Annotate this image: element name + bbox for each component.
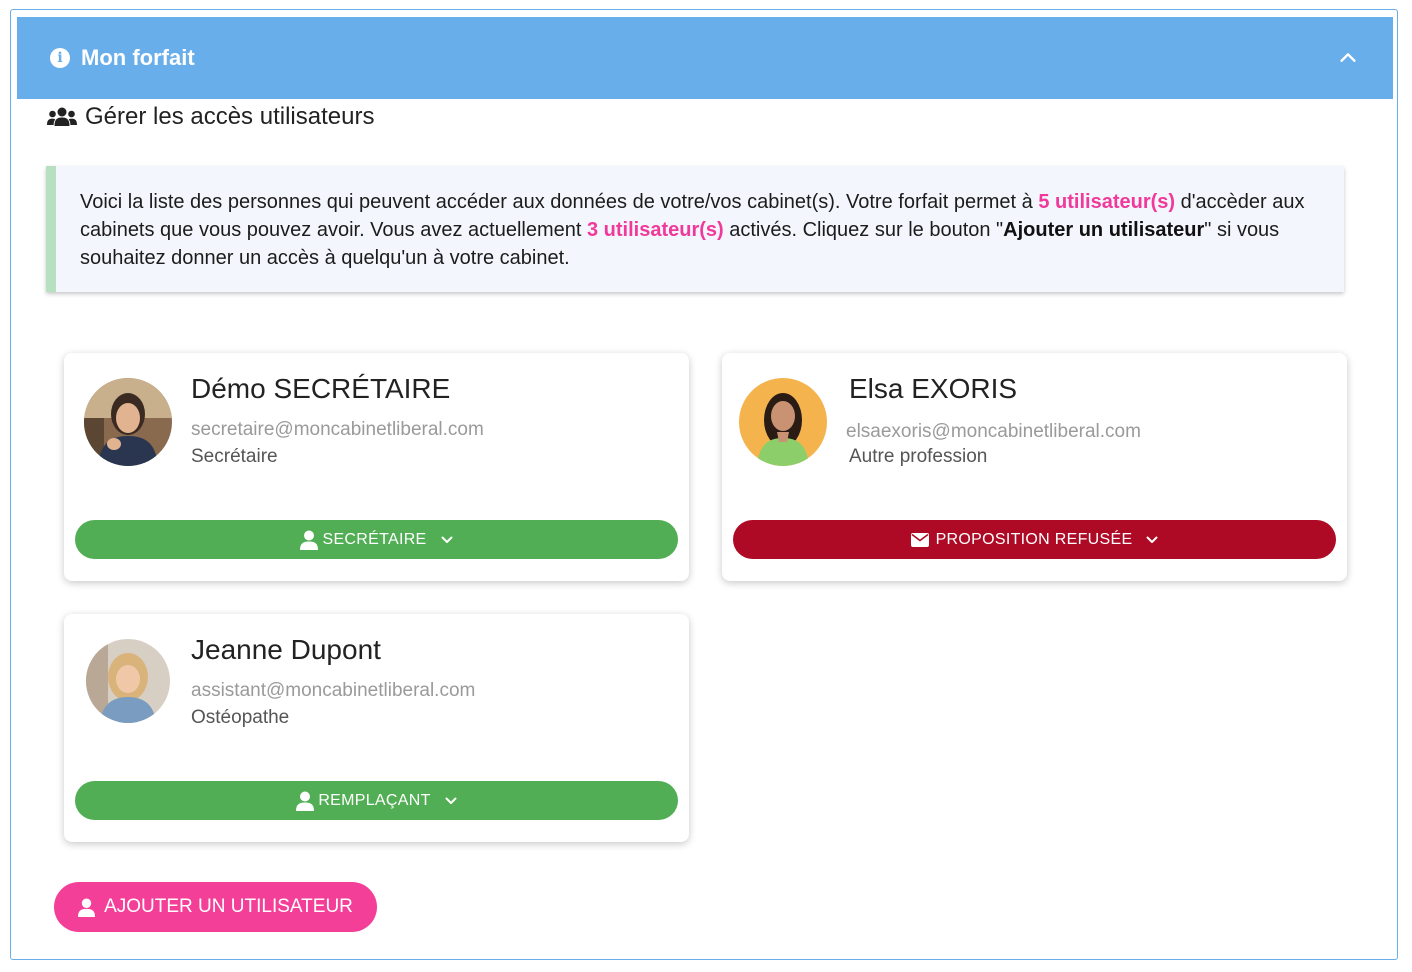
- chevron-down-icon: [1146, 536, 1158, 543]
- add-user-button[interactable]: AJOUTER UN UTILISATEUR: [54, 882, 377, 932]
- notice-allowed-users: 5 utilisateur(s): [1038, 191, 1176, 213]
- add-user-label: AJOUTER UN UTILISATEUR: [104, 896, 353, 917]
- avatar: [84, 378, 172, 466]
- user-email: secretaire@moncabinetliberal.com: [191, 419, 484, 440]
- role-label: SECRÉTAIRE: [322, 530, 427, 548]
- user-name: Démo SECRÉTAIRE: [191, 373, 451, 404]
- user-card: Démo SECRÉTAIRE secretaire@moncabinetlib…: [64, 353, 689, 581]
- chevron-down-icon: [445, 797, 457, 804]
- status-label: PROPOSITION REFUSÉE: [935, 530, 1133, 548]
- user-name: Jeanne Dupont: [191, 634, 381, 665]
- notice-text-1: Voici la liste des personnes qui peuvent…: [80, 191, 1039, 213]
- chevron-up-icon[interactable]: [1337, 47, 1359, 69]
- avatar: [86, 639, 170, 723]
- user-email: assistant@moncabinetliberal.com: [191, 680, 476, 701]
- user-profession: Autre profession: [849, 446, 988, 467]
- notice-text-3: activés. Cliquez sur le bouton ": [723, 219, 1004, 241]
- notice-active-users: 3 utilisateur(s): [586, 219, 724, 241]
- user-profession: Ostéopathe: [191, 707, 290, 728]
- avatar: [739, 378, 827, 466]
- user-profession: Secrétaire: [191, 446, 278, 467]
- status-dropdown-button[interactable]: PROPOSITION REFUSÉE: [733, 520, 1336, 559]
- envelope-icon: [910, 532, 929, 547]
- user-icon: [296, 791, 315, 811]
- chevron-down-icon: [441, 536, 453, 543]
- info-notice: Voici la liste des personnes qui peuvent…: [46, 166, 1344, 292]
- users-icon: [47, 107, 77, 126]
- user-email: elsaexoris@moncabinetliberal.com: [846, 421, 1141, 442]
- user-icon: [78, 898, 96, 917]
- user-icon: [300, 530, 319, 550]
- section-title-text: Gérer les accès utilisateurs: [85, 103, 375, 130]
- user-name: Elsa EXORIS: [849, 373, 1018, 404]
- notice-button-name: Ajouter un utilisateur: [1003, 219, 1205, 241]
- panel-header[interactable]: i Mon forfait: [17, 17, 1393, 99]
- role-label: REMPLAÇANT: [318, 791, 431, 809]
- info-icon: i: [50, 48, 70, 68]
- user-card: Jeanne Dupont assistant@moncabinetlibera…: [64, 614, 689, 842]
- role-dropdown-button[interactable]: SECRÉTAIRE: [75, 520, 678, 559]
- role-dropdown-button[interactable]: REMPLAÇANT: [75, 781, 678, 820]
- section-title: Gérer les accès utilisateurs: [46, 103, 374, 131]
- panel-title: Mon forfait: [81, 45, 195, 70]
- user-card: Elsa EXORIS elsaexoris@moncabinetliberal…: [722, 353, 1347, 581]
